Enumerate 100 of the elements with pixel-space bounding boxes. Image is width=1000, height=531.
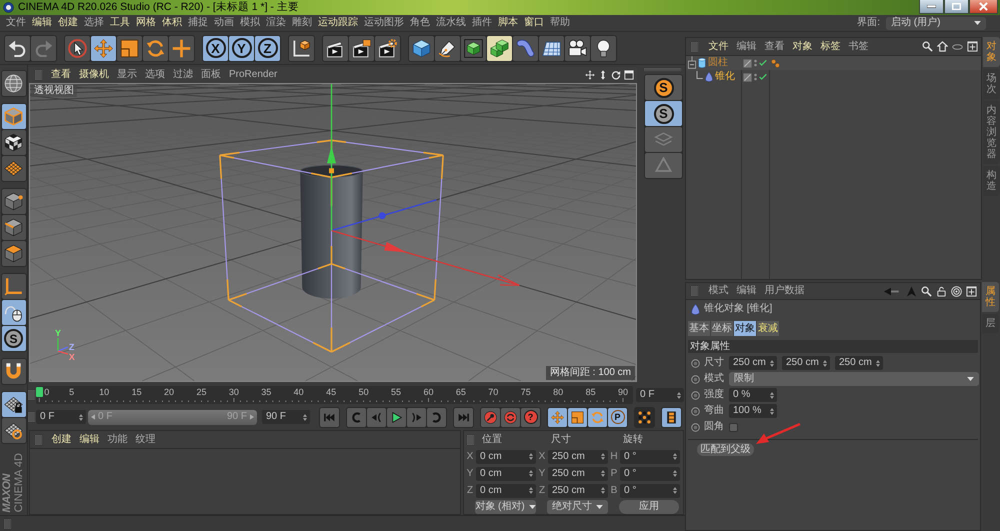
camera-object-button[interactable] xyxy=(565,36,590,60)
coordinate-field[interactable]: 0 ° xyxy=(620,450,680,464)
menu-item[interactable]: 文件 xyxy=(705,40,732,52)
circle-arrow-icon[interactable] xyxy=(611,70,621,80)
tweak-mode-button[interactable] xyxy=(2,300,26,325)
grip-icon[interactable] xyxy=(467,434,474,444)
menu-item[interactable]: 编辑 xyxy=(733,40,760,52)
checkbox[interactable] xyxy=(729,422,738,432)
y-axis-handle[interactable] xyxy=(327,84,336,230)
coordinate-field[interactable]: 250 cm xyxy=(548,484,608,498)
floor-object-button[interactable] xyxy=(539,36,564,60)
value-field[interactable]: 250 cm xyxy=(835,356,883,370)
mode-dropdown[interactable]: 绝对尺寸 xyxy=(547,500,608,514)
undo-button[interactable] xyxy=(5,36,30,60)
grip-icon[interactable] xyxy=(4,518,11,528)
menu-item[interactable]: 工具 xyxy=(107,17,133,29)
menu-item[interactable]: 捕捉 xyxy=(185,17,211,29)
layout-dropdown[interactable]: 启动 (用户) xyxy=(886,16,986,30)
z-axis-handle[interactable] xyxy=(331,199,437,232)
plus-box-icon[interactable] xyxy=(967,41,978,52)
cloner-button[interactable] xyxy=(487,36,512,60)
side-tab[interactable]: 属性 xyxy=(982,282,999,312)
menu-item[interactable]: 角色 xyxy=(407,17,433,29)
record-key-button[interactable] xyxy=(481,408,500,426)
side-tab[interactable]: 场次 xyxy=(983,69,1000,99)
solo-button[interactable]: S xyxy=(645,75,682,100)
menu-item[interactable]: 选择 xyxy=(81,17,107,29)
coordinate-field[interactable]: 250 cm xyxy=(548,450,608,464)
tab[interactable]: 衰减 xyxy=(757,321,779,336)
menu-item[interactable]: 摄像机 xyxy=(76,69,112,81)
match-parent-button[interactable]: 匹配到父级 xyxy=(697,443,754,456)
menu-item[interactable]: 窗口 xyxy=(521,17,547,29)
menu-item[interactable]: 选项 xyxy=(142,69,168,81)
coordinate-field[interactable]: 0 cm xyxy=(476,484,536,498)
recent-tool-button[interactable] xyxy=(169,36,194,60)
mode-dropdown[interactable]: 对象 (相对) xyxy=(475,500,536,514)
house-icon[interactable] xyxy=(937,41,948,52)
pen-tool-button[interactable] xyxy=(435,36,460,60)
menu-item[interactable]: 体积 xyxy=(159,17,185,29)
menu-item[interactable]: 文件 xyxy=(3,17,29,29)
menu-item[interactable]: 编辑 xyxy=(733,285,760,297)
axis-lock-button[interactable]: X xyxy=(203,36,228,60)
menu-item[interactable]: 查看 xyxy=(761,40,788,52)
light-object-button[interactable] xyxy=(591,36,616,60)
menu-item[interactable]: 帮助 xyxy=(547,17,573,29)
workplane-mode-button[interactable] xyxy=(2,156,26,181)
deformer-button[interactable] xyxy=(513,36,538,60)
collapse-box-icon[interactable] xyxy=(688,56,696,68)
start-frame-field[interactable]: 0 F xyxy=(36,410,86,424)
cylinder-object[interactable] xyxy=(300,164,364,299)
menu-item[interactable]: 网格 xyxy=(133,17,159,29)
model-mode-button[interactable] xyxy=(2,104,26,129)
maximize-button[interactable] xyxy=(944,0,969,14)
menu-item[interactable]: 标签 xyxy=(817,40,844,52)
side-tab[interactable]: 内容浏览器 xyxy=(983,101,1000,164)
axis-lock-button[interactable]: Z xyxy=(255,36,280,60)
four-arrows-icon[interactable] xyxy=(585,70,595,80)
number-field[interactable]: 0 % xyxy=(729,388,777,402)
search-icon[interactable] xyxy=(921,286,932,296)
value-field[interactable]: 250 cm xyxy=(729,356,777,370)
grip-icon[interactable] xyxy=(35,434,42,444)
cube-object-button[interactable] xyxy=(409,36,434,60)
menu-item[interactable]: 纹理 xyxy=(132,434,159,446)
key-rotation-button[interactable] xyxy=(588,408,607,426)
menu-item[interactable]: 运动图形 xyxy=(361,17,407,29)
side-tab[interactable]: 构造 xyxy=(983,166,1000,196)
tab[interactable]: 坐标 xyxy=(711,321,733,336)
grip-icon[interactable] xyxy=(691,42,698,52)
menu-item[interactable]: 流水线 xyxy=(433,17,469,29)
number-field[interactable]: 100 % xyxy=(729,404,777,418)
render-to-viewer-button[interactable] xyxy=(349,36,374,60)
value-field[interactable]: 250 cm xyxy=(782,356,830,370)
menu-item[interactable]: 查看 xyxy=(48,69,74,81)
menu-item[interactable]: 脚本 xyxy=(495,17,521,29)
menu-item[interactable]: 运动跟踪 xyxy=(315,17,361,29)
menu-item[interactable]: 插件 xyxy=(469,17,495,29)
rotate-tool-button[interactable] xyxy=(143,36,168,60)
lock-icon[interactable] xyxy=(936,286,947,296)
key-position-button[interactable] xyxy=(548,408,567,426)
key-scale-button[interactable] xyxy=(568,408,587,426)
render-settings-button[interactable] xyxy=(375,36,400,60)
window-icon[interactable] xyxy=(624,70,634,80)
key-help-button[interactable]: ? xyxy=(521,408,540,426)
auto-key-button[interactable] xyxy=(501,408,520,426)
axis-lock-button[interactable]: Y xyxy=(229,36,254,60)
menu-item[interactable]: 模拟 xyxy=(237,17,263,29)
side-tab[interactable]: 对象 xyxy=(983,37,1000,67)
planar-workplane-button[interactable] xyxy=(2,418,26,443)
menu-item[interactable]: 编辑 xyxy=(76,434,103,446)
solo-off-button[interactable]: S xyxy=(645,101,682,126)
minimize-button[interactable] xyxy=(919,0,944,14)
previous-key-button[interactable] xyxy=(347,408,366,426)
x-axis-handle[interactable] xyxy=(331,230,520,286)
grip-icon[interactable] xyxy=(644,68,681,71)
up-down-arrow-icon[interactable] xyxy=(598,70,608,80)
grip-icon[interactable] xyxy=(35,70,42,80)
edges-mode-button[interactable] xyxy=(2,215,26,240)
apply-button[interactable]: 应用 xyxy=(619,500,679,514)
key-parameter-button[interactable]: P xyxy=(608,408,627,426)
object-name[interactable]: 锥化 xyxy=(715,71,735,83)
